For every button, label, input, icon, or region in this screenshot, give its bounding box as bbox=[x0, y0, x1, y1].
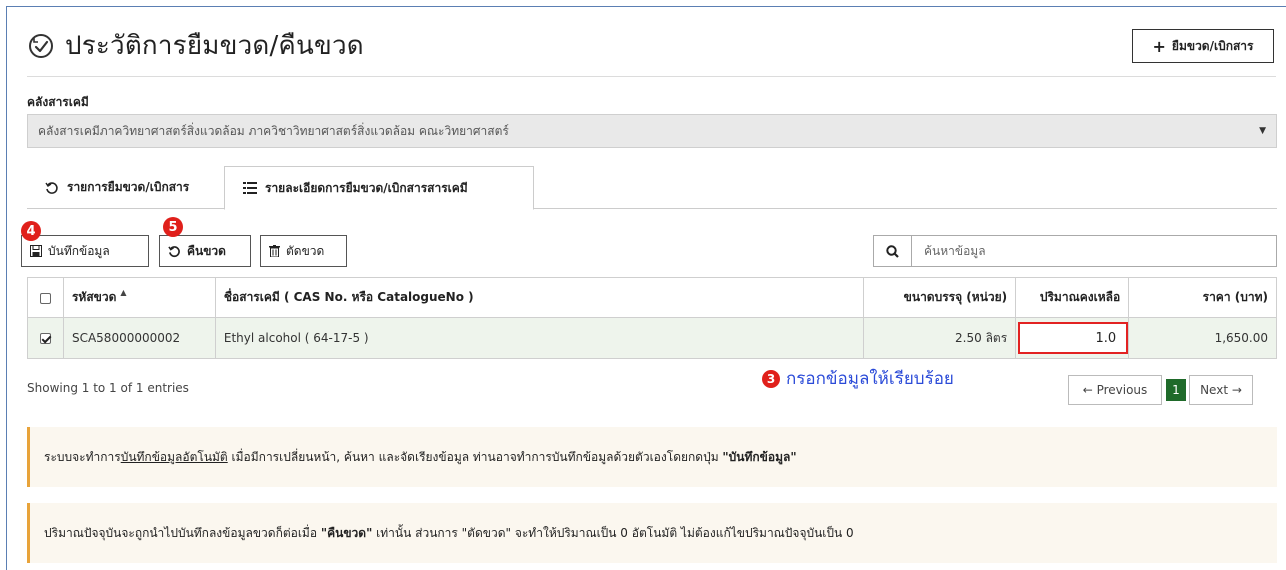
column-header-code-label: รหัสขวด bbox=[71, 290, 117, 304]
history-icon bbox=[29, 33, 53, 58]
save-button-label: บันทึกข้อมูล bbox=[48, 243, 110, 258]
page-title: ประวัติการยืมขวด/คืนขวด bbox=[65, 31, 364, 61]
table-row[interactable]: SCA58000000002 Ethyl alcohol ( 64-17-5 )… bbox=[27, 317, 1277, 359]
select-all-checkbox[interactable] bbox=[39, 292, 51, 304]
history-icon bbox=[45, 181, 58, 194]
column-header-name[interactable]: ชื่อสารเคมี ( CAS No. หรือ CatalogueNo ) bbox=[214, 277, 865, 318]
step-badge-5: 5 bbox=[163, 217, 183, 237]
cell-size: 2.50 ลิตร bbox=[863, 317, 1017, 359]
return-notice-bold: "คืนขวด" bbox=[320, 525, 373, 540]
return-bottle-button[interactable]: คืนขวด bbox=[159, 235, 251, 267]
column-header-price[interactable]: ราคา (บาท) bbox=[1128, 277, 1277, 318]
return-bottle-button-label: คืนขวด bbox=[187, 243, 226, 258]
select-all-cell bbox=[27, 277, 64, 318]
cell-price: 1,650.00 bbox=[1128, 317, 1277, 359]
autosave-notice: ระบบจะทำการบันทึกข้อมูลอัตโนมัติ เมื่อมี… bbox=[27, 427, 1277, 487]
caret-down-icon: ▼ bbox=[1259, 126, 1266, 136]
previous-page-button[interactable]: ← Previous bbox=[1068, 375, 1162, 405]
return-notice-prefix: ปริมาณปัจจุบันจะถูกนำไปบันทึกลงข้อมูลขวด… bbox=[44, 525, 321, 540]
borrow-button[interactable]: + ยืมขวด/เบิกสาร bbox=[1132, 29, 1274, 63]
sort-asc-icon: ▲ bbox=[120, 288, 127, 297]
page-header: ประวัติการยืมขวด/คืนขวด bbox=[27, 25, 364, 66]
return-notice-suffix: เท่านั้น ส่วนการ "ตัดขวด" จะทำให้ปริมาณเ… bbox=[372, 525, 854, 540]
trash-icon bbox=[269, 245, 280, 257]
save-button[interactable]: บันทึกข้อมูล bbox=[21, 235, 149, 267]
column-header-remaining[interactable]: ปริมาณคงเหลือ bbox=[1015, 277, 1130, 318]
store-select[interactable]: คลังสารเคมีภาควิทยาศาสตร์สิ่งแวดล้อม ภาค… bbox=[27, 114, 1277, 148]
pagination: ← Previous 1 Next → bbox=[1068, 375, 1253, 405]
store-label: คลังสารเคมี bbox=[27, 95, 89, 109]
store-select-value: คลังสารเคมีภาควิทยาศาสตร์สิ่งแวดล้อม ภาค… bbox=[38, 123, 509, 138]
floppy-disk-icon bbox=[30, 245, 42, 257]
autosave-link[interactable]: บันทึกข้อมูลอัตโนมัติ bbox=[121, 450, 228, 464]
undo-icon bbox=[168, 245, 180, 257]
cut-bottle-button-label: ตัดขวด bbox=[286, 243, 325, 258]
tab-borrow-detail-label: รายละเอียดการยืมขวด/เบิกสารสารเคมี bbox=[265, 180, 468, 195]
step-3-annotation-text: กรอกข้อมูลให้เรียบร้อย bbox=[786, 369, 954, 389]
header-divider bbox=[27, 76, 1276, 77]
bottle-table: รหัสขวด ▲ ชื่อสารเคมี ( CAS No. หรือ Cata… bbox=[27, 277, 1277, 359]
search-icon bbox=[886, 244, 899, 258]
tab-bar: รายการยืมขวด/เบิกสาร รายละเอียดการยืมขวด… bbox=[27, 166, 1277, 210]
cut-bottle-button[interactable]: ตัดขวด bbox=[260, 235, 347, 267]
list-icon bbox=[243, 182, 257, 194]
return-notice-text: ปริมาณปัจจุบันจะถูกนำไปบันทึกลงข้อมูลขวด… bbox=[44, 524, 854, 543]
autosave-notice-middle: เมื่อมีการเปลี่ยนหน้า, ค้นหา และจัดเรียง… bbox=[227, 449, 723, 464]
cell-remaining: 1.0 bbox=[1015, 317, 1130, 359]
borrow-button-label: ยืมขวด/เบิกสาร bbox=[1171, 38, 1254, 53]
cell-code: SCA58000000002 bbox=[62, 317, 216, 359]
search-icon-button[interactable] bbox=[874, 236, 912, 266]
step-3-annotation: 3 กรอกข้อมูลให้เรียบร้อย bbox=[762, 365, 954, 392]
cell-name: Ethyl alcohol ( 64-17-5 ) bbox=[214, 317, 865, 359]
autosave-notice-text: ระบบจะทำการบันทึกข้อมูลอัตโนมัติ เมื่อมี… bbox=[44, 448, 797, 467]
table-info: Showing 1 to 1 of 1 entries bbox=[27, 381, 189, 395]
app-frame: ประวัติการยืมขวด/คืนขวด + ยืมขวด/เบิกสาร… bbox=[6, 6, 1286, 570]
search-input[interactable] bbox=[912, 236, 1276, 266]
plus-icon: + bbox=[1152, 36, 1166, 56]
remaining-quantity-input[interactable]: 1.0 bbox=[1018, 322, 1129, 354]
search-group bbox=[873, 235, 1277, 267]
next-page-button[interactable]: Next → bbox=[1189, 375, 1253, 405]
tab-borrow-list[interactable]: รายการยืมขวด/เบิกสาร bbox=[27, 166, 223, 209]
tab-borrow-list-label: รายการยืมขวด/เบิกสาร bbox=[67, 180, 190, 194]
tab-borrow-detail[interactable]: รายละเอียดการยืมขวด/เบิกสารสารเคมี bbox=[224, 166, 534, 210]
return-notice: ปริมาณปัจจุบันจะถูกนำไปบันทึกลงข้อมูลขวด… bbox=[27, 503, 1277, 563]
page-button-1[interactable]: 1 bbox=[1166, 379, 1186, 401]
step-badge-4: 4 bbox=[21, 221, 41, 241]
step-badge-3: 3 bbox=[762, 369, 780, 388]
column-header-size[interactable]: ขนาดบรรจุ (หน่วย) bbox=[863, 277, 1017, 318]
autosave-notice-prefix: ระบบจะทำการ bbox=[44, 449, 121, 464]
row-check-cell bbox=[27, 317, 64, 359]
row-checkbox[interactable] bbox=[39, 333, 51, 344]
autosave-notice-bold: "บันทึกข้อมูล" bbox=[722, 449, 797, 464]
table-header-row: รหัสขวด ▲ ชื่อสารเคมี ( CAS No. หรือ Cata… bbox=[27, 277, 1277, 318]
column-header-code[interactable]: รหัสขวด ▲ bbox=[62, 277, 216, 318]
